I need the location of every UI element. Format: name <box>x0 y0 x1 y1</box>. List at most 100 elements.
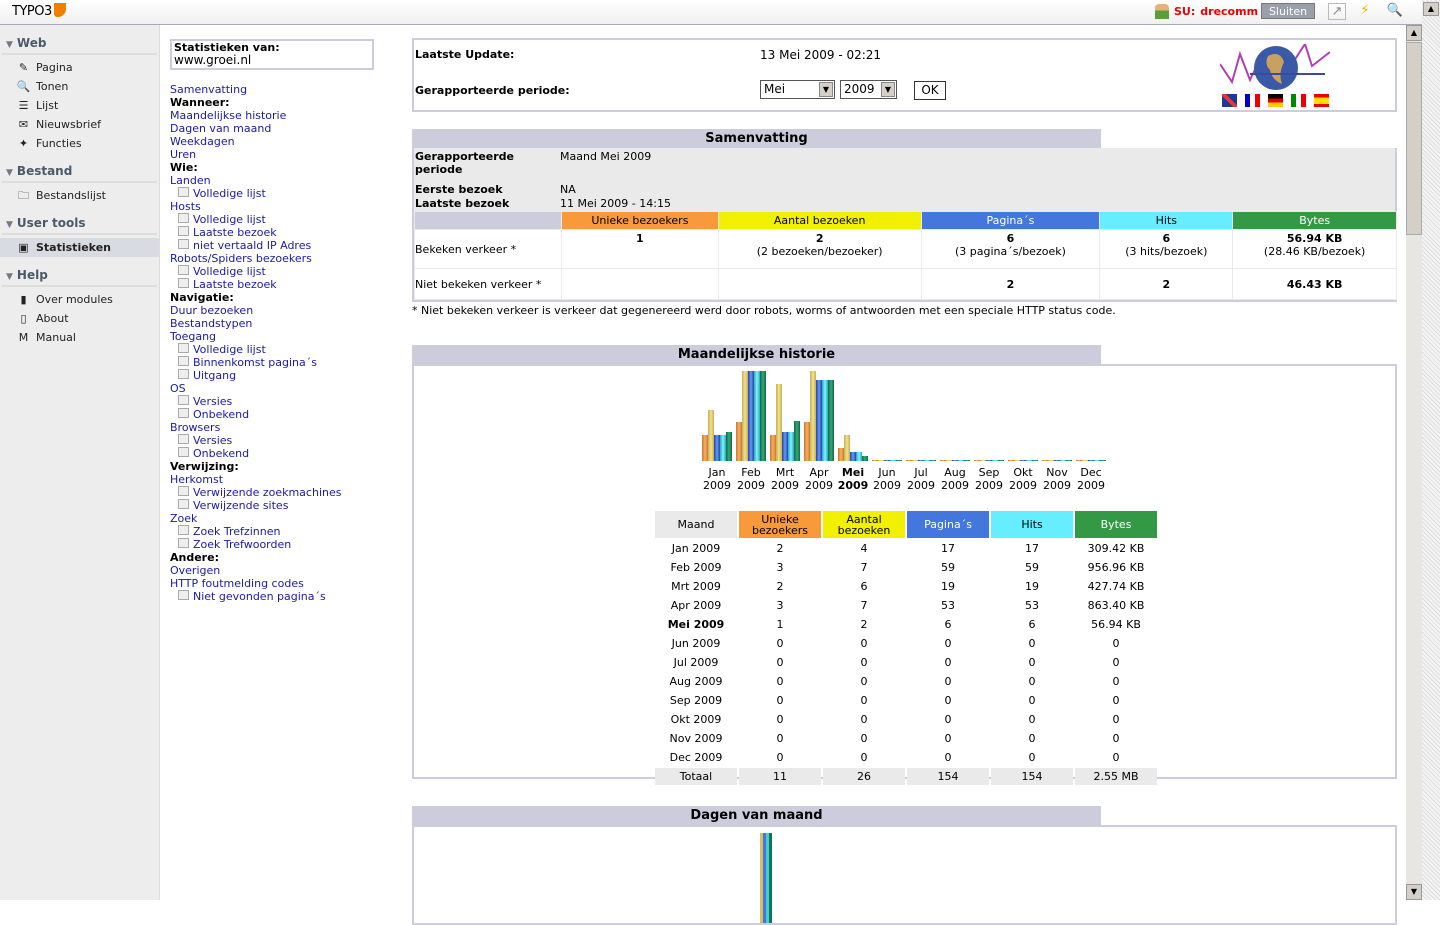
flag-it-icon[interactable] <box>1291 94 1306 107</box>
nav-sublink[interactable]: Verwijzende zoekmachines <box>170 486 400 499</box>
monthly-cell: 0 <box>1028 637 1036 650</box>
nav-link[interactable]: Uren <box>170 148 400 161</box>
summary-header: Pagina´s <box>921 212 1100 229</box>
menu-item-statistieken[interactable]: ▣ Statistieken <box>0 238 159 257</box>
menu-item-label: Pagina <box>36 61 73 74</box>
nav-link[interactable]: Toegang <box>170 330 400 343</box>
menu-item-pagina[interactable]: ✎ Pagina <box>0 58 159 77</box>
nav-sublink[interactable]: Onbekend <box>170 408 400 421</box>
nav-link[interactable]: HTTP foutmelding codes <box>170 577 400 590</box>
monthly-cell: 6 <box>1028 618 1036 631</box>
nav-sublink[interactable]: Zoek Trefzinnen <box>170 525 400 538</box>
month-year: 2009 <box>975 479 1003 492</box>
search-icon[interactable]: 🔍 <box>1386 3 1404 20</box>
nav-sublink[interactable]: Binnenkomst pagina´s <box>170 356 400 369</box>
chart-bar <box>760 371 766 461</box>
section-bestand[interactable]: ▼ Bestand <box>2 153 157 183</box>
monthly-cell: 0 <box>1112 751 1120 764</box>
menu-item-nieuwsbrief[interactable]: ✉ Nieuwsbrief <box>0 115 159 134</box>
ok-button[interactable]: OK <box>914 81 946 100</box>
close-su-button[interactable]: Sluiten <box>1261 3 1315 19</box>
summary-footnote: * Niet bekeken verkeer is verkeer dat ge… <box>412 304 1116 317</box>
menu-item-lijst[interactable]: ☰ Lijst <box>0 96 159 115</box>
nav-link[interactable]: Samenvatting <box>170 83 400 96</box>
month-year: 2009 <box>941 479 969 492</box>
scroll-down-icon[interactable]: ▼ <box>1406 884 1422 900</box>
monthly-header: Aantal bezoeken <box>823 511 905 538</box>
vertical-scrollbar[interactable]: ▲ ▼ <box>1406 25 1422 900</box>
section-user-tools[interactable]: ▼ User tools <box>2 205 157 235</box>
summary-row-notviewed: Niet bekeken verkeer * 2 2 46.43 KB <box>415 269 1396 299</box>
scrollbar-thumb[interactable] <box>1406 42 1422 235</box>
clear-cache-icon[interactable]: ⚡ <box>1356 3 1374 20</box>
nav-sublink[interactable]: Laatste bezoek <box>170 278 400 291</box>
total-cell: 154 <box>907 768 989 785</box>
flag-de-icon[interactable] <box>1268 94 1283 107</box>
flag-es-icon[interactable] <box>1314 94 1329 107</box>
nav-sublink[interactable]: Volledige lijst <box>170 343 400 356</box>
menu-item-bestandslijst[interactable]: 🗀 Bestandslijst <box>0 186 159 205</box>
monthly-cell: 0 <box>1112 713 1120 726</box>
nav-sublink[interactable]: Versies <box>170 434 400 447</box>
nav-link[interactable]: Robots/Spiders bezoekers <box>170 252 400 265</box>
menu-item-tonen[interactable]: 🔍 Tonen <box>0 77 159 96</box>
monthly-cell: 0 <box>944 732 952 745</box>
nav-sublink[interactable]: Niet gevonden pagina´s <box>170 590 400 603</box>
monthly-cell: 19 <box>941 580 955 593</box>
nav-link[interactable]: Landen <box>170 174 400 187</box>
scroll-up-icon[interactable]: ▲ <box>1406 25 1422 41</box>
monthly-cell: Sep 2009 <box>669 694 723 707</box>
menu-item-functies[interactable]: ✦ Functies <box>0 134 159 153</box>
monthly-cell: 309.42 KB <box>1087 542 1145 555</box>
monthly-cell: 2 <box>776 580 784 593</box>
nav-link[interactable]: Hosts <box>170 200 400 213</box>
update-panel: Laatste Update: 13 Mei 2009 - 02:21 Gera… <box>412 38 1397 112</box>
nav-sublink[interactable]: niet vertaald IP Adres <box>170 239 400 252</box>
flag-en-icon[interactable] <box>1222 94 1237 107</box>
monthly-total-row: Totaal 11 26 154 154 2.55 MB <box>655 768 1157 785</box>
total-cell: 2.55 MB <box>1075 768 1157 785</box>
nav-link[interactable]: Duur bezoeken <box>170 304 400 317</box>
nav-sublink[interactable]: Volledige lijst <box>170 265 400 278</box>
nav-sublink[interactable]: Volledige lijst <box>170 213 400 226</box>
nav-sublink[interactable]: Onbekend <box>170 447 400 460</box>
open-new-window-icon[interactable]: ↗ <box>1328 3 1346 20</box>
scroll-up-icon[interactable]: ▲ <box>1423 2 1439 16</box>
menu-item-label: Functies <box>36 137 82 150</box>
monthly-cell: 2 <box>860 618 868 631</box>
nav-sublink[interactable]: Volledige lijst <box>170 187 400 200</box>
days-of-month-section: Dagen van maand <box>412 806 1397 925</box>
nav-sublink[interactable]: Uitgang <box>170 369 400 382</box>
nav-link[interactable]: Herkomst <box>170 473 400 486</box>
nav-sublink[interactable]: Laatste bezoek <box>170 226 400 239</box>
nav-sublink[interactable]: Zoek Trefwoorden <box>170 538 400 551</box>
frame-scrollbar[interactable]: ▲ <box>1422 0 1440 900</box>
menu-item-about[interactable]: ▯ About <box>0 309 159 328</box>
menu-item-over-modules[interactable]: ▮ Over modules <box>0 290 159 309</box>
nav-link[interactable]: Browsers <box>170 421 400 434</box>
menu-item-manual[interactable]: M Manual <box>0 328 159 347</box>
nav-sublink[interactable]: Versies <box>170 395 400 408</box>
nav-link[interactable]: OS <box>170 382 400 395</box>
nav-link[interactable]: Overigen <box>170 564 400 577</box>
nav-link[interactable]: Maandelijkse historie <box>170 109 400 122</box>
menu-item-label: About <box>36 312 69 325</box>
nav-link[interactable]: Weekdagen <box>170 135 400 148</box>
monthly-cell: 0 <box>776 637 784 650</box>
section-web[interactable]: ▼ Web <box>2 25 157 55</box>
monthly-cell: 0 <box>860 751 868 764</box>
module-menu: ▼ Web ✎ Pagina 🔍 Tonen ☰ Lijst ✉ Nieuwsbrief ✦ Func… <box>0 25 160 900</box>
month-name: Jun <box>878 466 896 479</box>
monthly-cell: 0 <box>1028 751 1036 764</box>
nav-sublink[interactable]: Verwijzende sites <box>170 499 400 512</box>
year-select[interactable]: 2009 ▼ <box>840 80 897 99</box>
flag-fr-icon[interactable] <box>1245 94 1260 107</box>
chart-bar <box>998 460 1004 461</box>
nav-link[interactable]: Dagen van maand <box>170 122 400 135</box>
month-select[interactable]: Mei ▼ <box>760 80 835 99</box>
filelist-icon: 🗀 <box>18 188 29 202</box>
switch-user-indicator: SU: drecomm <box>1155 4 1258 19</box>
nav-link[interactable]: Zoek <box>170 512 400 525</box>
nav-link[interactable]: Bestandstypen <box>170 317 400 330</box>
section-help[interactable]: ▼ Help <box>2 257 157 287</box>
